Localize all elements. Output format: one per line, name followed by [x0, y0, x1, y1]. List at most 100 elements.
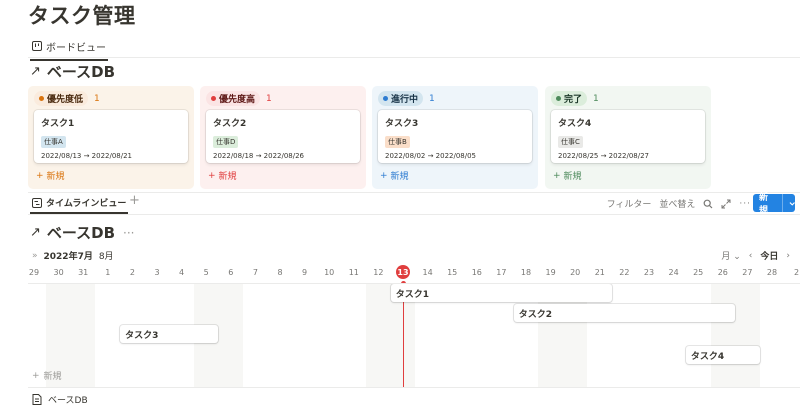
column-new-label: 新規 — [390, 172, 409, 182]
timeline-icon — [32, 197, 42, 208]
card-title: タスク2 — [213, 119, 247, 129]
footer-page-link[interactable]: ベースDB — [32, 393, 88, 406]
tab-board-view-label: ボードビュー — [46, 42, 106, 54]
plus-icon: + — [208, 170, 216, 181]
status-dot-icon — [383, 96, 388, 101]
column-header[interactable]: 完了 1 — [551, 91, 599, 106]
status-label: 進行中 — [391, 95, 419, 105]
task-card[interactable]: タスク3 仕事B 2022/08/02 → 2022/08/05 — [378, 110, 532, 163]
db-more-icon[interactable]: ··· — [123, 226, 134, 240]
column-new-button[interactable]: + 新規 — [208, 169, 237, 183]
day-label: 21 — [594, 268, 605, 277]
timeline-new-button[interactable]: + 新規 — [32, 369, 62, 383]
day-label: 27 — [742, 268, 753, 277]
day-label: 28 — [766, 268, 778, 277]
day-label: 20 — [570, 268, 581, 277]
status-label: 完了 — [564, 95, 583, 105]
plus-icon: + — [553, 170, 561, 181]
day-label: 14 — [422, 268, 433, 277]
card-title: タスク4 — [558, 119, 592, 129]
day-label: 23 — [643, 268, 655, 277]
page-icon — [32, 394, 42, 405]
board-db-title[interactable]: ↗ ベースDB — [30, 61, 115, 82]
day-label: 17 — [496, 268, 507, 277]
day-label: 8 — [277, 268, 283, 277]
column-header[interactable]: 優先度低 1 — [34, 91, 100, 106]
card-title: タスク3 — [385, 119, 419, 129]
day-label: 22 — [619, 268, 630, 277]
column-new-button[interactable]: + 新規 — [36, 169, 65, 183]
status-dot-icon — [39, 96, 44, 101]
add-view-button[interactable]: + — [129, 193, 140, 208]
day-label: 25 — [693, 268, 704, 277]
timeline-year-month: 2022年7月 — [43, 252, 93, 262]
timeline-new-label: 新規 — [43, 372, 62, 382]
card-date: 2022/08/13 → 2022/08/21 — [41, 152, 133, 160]
day-label: 26 — [717, 268, 728, 277]
card-date: 2022/08/25 → 2022/08/27 — [558, 152, 650, 160]
task-card[interactable]: タスク2 仕事D 2022/08/18 → 2022/08/26 — [206, 110, 360, 163]
new-button[interactable]: 新規 — [753, 193, 795, 216]
board-column: 完了 1 タスク4 仕事C 2022/08/25 → 2022/08/27 + … — [545, 86, 711, 189]
timeline-next-month: 8月 — [98, 252, 114, 262]
column-count: 1 — [593, 93, 599, 104]
day-label: 7 — [252, 268, 258, 277]
day-label: 16 — [471, 268, 482, 277]
card-tag: 仕事C — [558, 136, 583, 148]
day-label: 15 — [447, 268, 458, 277]
timeline-grid-bottom — [28, 387, 800, 388]
search-icon[interactable] — [703, 199, 713, 209]
chevron-left-icon[interactable]: ‹ — [749, 251, 753, 261]
today-button[interactable]: 今日 — [760, 249, 778, 262]
timeline-db-title[interactable]: ↗ ベースDB ··· — [30, 222, 135, 243]
column-new-button[interactable]: + 新規 — [553, 169, 582, 183]
status-badge: 完了 — [551, 91, 588, 106]
chevron-right-icon[interactable]: › — [786, 251, 790, 261]
expand-icon[interactable] — [721, 199, 731, 209]
new-button-label: 新規 — [759, 193, 769, 216]
day-label: 12 — [373, 268, 384, 277]
task-card[interactable]: タスク1 仕事A 2022/08/13 → 2022/08/21 — [34, 110, 188, 163]
timeline-bar[interactable]: タスク4 — [685, 346, 760, 364]
column-header[interactable]: 進行中 1 — [378, 91, 435, 106]
card-date: 2022/08/02 → 2022/08/05 — [385, 152, 477, 160]
board-column: 優先度高 1 タスク2 仕事D 2022/08/18 → 2022/08/26 … — [200, 86, 366, 189]
card-tag: 仕事A — [41, 136, 66, 148]
status-dot-icon — [211, 96, 216, 101]
scale-selector[interactable]: 月 ⌄ — [721, 249, 740, 262]
day-label: 3 — [154, 268, 160, 277]
column-count: 1 — [429, 93, 435, 104]
timeline-bar[interactable]: タスク1 — [390, 284, 613, 302]
column-new-button[interactable]: + 新規 — [380, 169, 409, 183]
day-label: 31 — [78, 268, 89, 277]
tab-timeline-view[interactable]: タイムラインビュー — [30, 196, 129, 214]
link-arrow-icon: ↗ — [30, 64, 41, 79]
timeline-bar[interactable]: タスク2 — [513, 304, 736, 322]
board-icon — [32, 41, 42, 51]
sort-button[interactable]: 並べ替え — [659, 197, 695, 210]
tab-board-view[interactable]: ボードビュー — [30, 36, 108, 61]
more-options-icon[interactable]: ··· — [739, 199, 751, 209]
column-new-label: 新規 — [46, 172, 65, 182]
day-label: 11 — [348, 268, 359, 277]
day-label: 6 — [228, 268, 234, 277]
footer-label: ベースDB — [48, 396, 88, 406]
task-card[interactable]: タスク4 仕事C 2022/08/25 → 2022/08/27 — [551, 110, 705, 163]
divider — [28, 192, 800, 193]
status-badge: 進行中 — [378, 91, 424, 106]
filter-button[interactable]: フィルター — [607, 197, 652, 210]
divider — [28, 214, 800, 215]
status-dot-icon — [556, 96, 561, 101]
plus-icon: + — [32, 370, 40, 381]
day-label: 2 — [794, 268, 800, 277]
link-arrow-icon: ↗ — [30, 225, 41, 240]
column-count: 1 — [94, 93, 100, 104]
timeline-bar[interactable]: タスク3 — [120, 325, 219, 343]
column-header[interactable]: 優先度高 1 — [206, 91, 272, 106]
timeline-grid-top — [28, 283, 800, 284]
plus-icon: + — [36, 170, 44, 181]
collapse-icon[interactable]: » — [32, 251, 38, 261]
chevron-down-icon[interactable] — [789, 200, 795, 207]
board-column: 進行中 1 タスク3 仕事B 2022/08/02 → 2022/08/05 +… — [372, 86, 538, 189]
status-badge: 優先度高 — [206, 91, 261, 106]
